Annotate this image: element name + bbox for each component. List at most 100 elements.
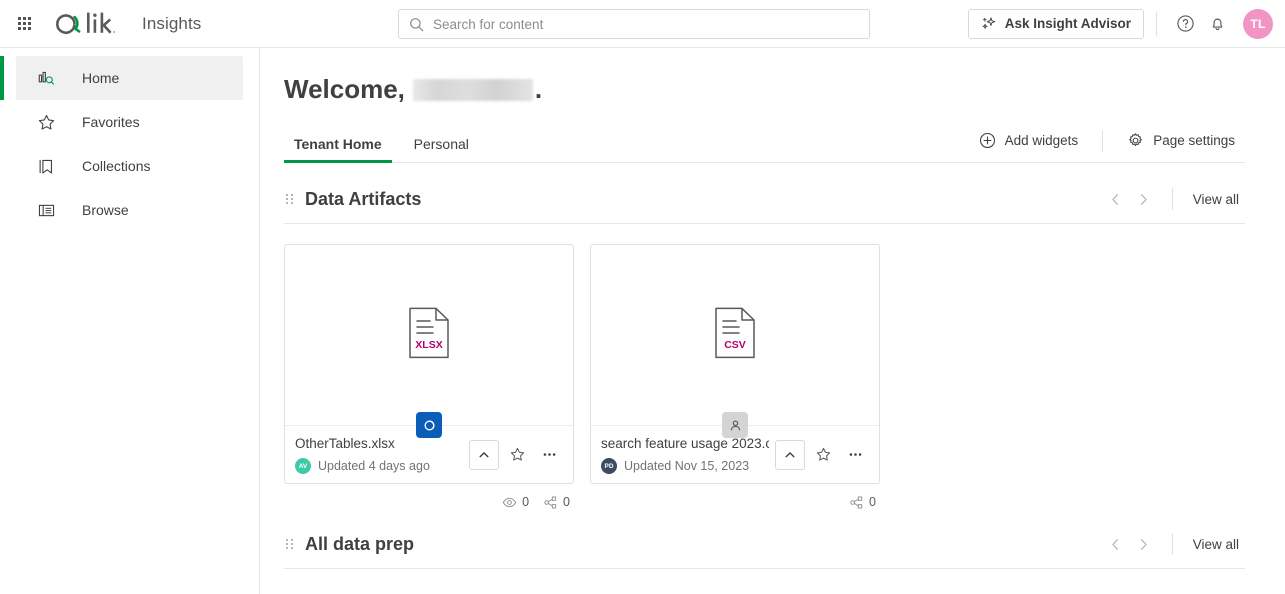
- chevron-left-icon: [1112, 193, 1119, 205]
- sidebar-item-favorites[interactable]: Favorites: [16, 100, 243, 144]
- content-card[interactable]: CSV search feature usage 2023.cs PD Upda…: [590, 244, 880, 484]
- stat-value: 0: [869, 495, 876, 509]
- share-icon: [850, 496, 863, 508]
- welcome-prefix: Welcome,: [284, 74, 405, 104]
- cards-row-data-artifacts: XLSX OtherTables.xlsx AV Updated 4 days …: [284, 244, 1245, 518]
- card-title: OtherTables.xlsx: [295, 436, 395, 451]
- notifications-button[interactable]: [1201, 8, 1233, 40]
- space-badge-icon: [416, 412, 442, 438]
- help-button[interactable]: [1169, 8, 1201, 40]
- tab-personal[interactable]: Personal: [404, 136, 479, 162]
- card-more-button[interactable]: [535, 441, 563, 469]
- card-column: CSV search feature usage 2023.cs PD Upda…: [590, 244, 880, 518]
- top-bar: Insights Ask Insight Advisor: [0, 0, 1285, 48]
- eye-icon: [502, 497, 517, 507]
- csv-file-icon: CSV: [715, 307, 755, 358]
- page-settings-button[interactable]: Page settings: [1117, 127, 1245, 154]
- tabs-row: Tenant Home Personal Add widgets Page se…: [284, 125, 1245, 163]
- ask-insight-advisor-label: Ask Insight Advisor: [1004, 16, 1131, 31]
- carousel-next-button[interactable]: [1130, 185, 1158, 213]
- username-redacted: [412, 78, 533, 101]
- user-avatar[interactable]: TL: [1243, 8, 1273, 39]
- card-thumbnail: CSV: [591, 245, 879, 438]
- stat-shares: 0: [849, 495, 876, 510]
- section-actions: View all: [1102, 185, 1245, 213]
- gear-icon: [1129, 133, 1143, 147]
- body: Home Favorites Collections Browse Welcom…: [0, 48, 1285, 594]
- top-bar-right: Ask Insight Advisor TL: [967, 8, 1285, 40]
- sidebar-item-home[interactable]: Home: [0, 56, 243, 100]
- sidebar-item-collections[interactable]: Collections: [16, 144, 243, 188]
- card-thumbnail: XLSX: [285, 245, 573, 438]
- card-collapse-button[interactable]: [775, 439, 805, 470]
- card-subtitle: PD Updated Nov 15, 2023: [601, 458, 769, 474]
- welcome-suffix: .: [534, 74, 543, 104]
- file-type-label: XLSX: [415, 339, 442, 351]
- card-stats: 0 0: [284, 486, 574, 518]
- plus-circle-icon: [979, 132, 995, 149]
- section-actions-divider: [1171, 533, 1173, 555]
- section-actions: View all: [1102, 530, 1245, 558]
- stat-shares: 0: [543, 495, 570, 510]
- content-card[interactable]: XLSX OtherTables.xlsx AV Updated 4 days …: [284, 244, 574, 484]
- apps-grid-icon: [17, 17, 31, 30]
- top-bar-divider: [1156, 11, 1157, 36]
- card-actions: [769, 439, 869, 470]
- chevron-up-icon: [479, 451, 489, 457]
- owner-avatar: AV: [295, 458, 311, 474]
- chevron-right-icon: [1141, 193, 1147, 205]
- bookmark-icon: [36, 157, 56, 176]
- sidebar-item-browse[interactable]: Browse: [16, 188, 243, 232]
- carousel-prev-button[interactable]: [1102, 530, 1130, 558]
- stat-value: 0: [522, 495, 530, 509]
- carousel-next-button[interactable]: [1130, 530, 1158, 558]
- card-favorite-button[interactable]: [503, 441, 531, 469]
- sidebar-item-label: Home: [82, 70, 120, 86]
- section-header-all-data-prep: All data prep View all: [284, 530, 1245, 569]
- section-title: All data prep: [305, 533, 415, 554]
- search-input[interactable]: [433, 10, 859, 38]
- star-icon: [510, 447, 524, 461]
- search-box[interactable]: [398, 9, 870, 39]
- card-more-button[interactable]: [841, 441, 869, 469]
- drag-handle-icon[interactable]: [284, 537, 295, 551]
- card-stats: 0: [590, 486, 880, 518]
- section-title: Data Artifacts: [305, 188, 422, 209]
- main-content: Welcome, . Tenant Home Personal Add widg…: [260, 48, 1285, 594]
- page-actions-divider: [1102, 129, 1104, 152]
- qlik-logo[interactable]: Insights: [56, 9, 201, 39]
- chevron-right-icon: [1141, 538, 1147, 550]
- sidebar-item-label: Favorites: [82, 114, 140, 130]
- search-container: [398, 9, 870, 39]
- star-icon: [36, 113, 56, 132]
- drag-handle-icon[interactable]: [284, 192, 295, 206]
- ask-insight-advisor-button[interactable]: Ask Insight Advisor: [967, 8, 1144, 39]
- section-actions-divider: [1171, 188, 1173, 210]
- help-circle-icon: [1176, 15, 1194, 32]
- tab-tenant-home[interactable]: Tenant Home: [284, 136, 392, 163]
- file-type-icon-wrapper: XLSX: [408, 307, 450, 364]
- file-type-icon-wrapper: CSV: [714, 307, 756, 364]
- stat-views: 0: [502, 495, 529, 510]
- card-actions: [463, 439, 563, 470]
- view-all-link[interactable]: View all: [1187, 188, 1245, 211]
- apps-grid-button[interactable]: [0, 0, 48, 48]
- card-column: XLSX OtherTables.xlsx AV Updated 4 days …: [284, 244, 574, 518]
- person-badge-icon: [722, 412, 748, 438]
- sidebar: Home Favorites Collections Browse: [0, 48, 260, 594]
- search-icon: [410, 17, 424, 31]
- star-icon: [816, 447, 830, 461]
- chevron-up-icon: [785, 451, 795, 457]
- qlik-logo-icon: [56, 12, 116, 34]
- share-icon: [544, 496, 557, 508]
- card-updated: Updated 4 days ago: [318, 459, 430, 473]
- carousel-prev-button[interactable]: [1102, 185, 1130, 213]
- card-collapse-button[interactable]: [469, 439, 499, 470]
- view-all-link[interactable]: View all: [1187, 533, 1245, 556]
- file-type-label: CSV: [724, 339, 746, 351]
- section-header-data-artifacts: Data Artifacts View all: [284, 185, 1245, 224]
- ellipsis-icon: [849, 453, 861, 456]
- add-widgets-button[interactable]: Add widgets: [969, 127, 1089, 154]
- card-favorite-button[interactable]: [809, 441, 837, 469]
- bell-icon: [1212, 18, 1222, 31]
